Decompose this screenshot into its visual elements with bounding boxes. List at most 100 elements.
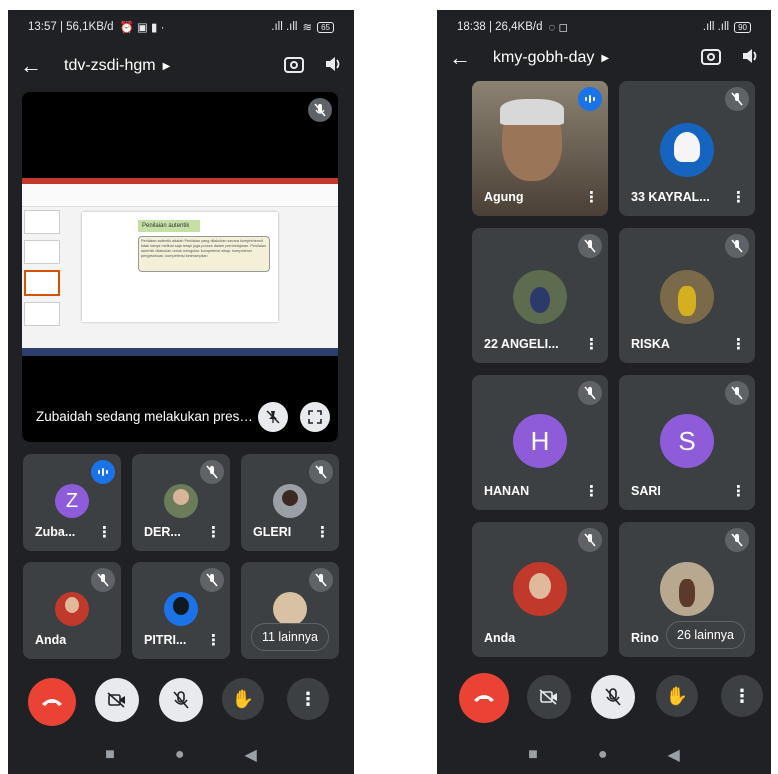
chevron-right-icon[interactable]: ▶ <box>163 61 171 72</box>
back-arrow-icon[interactable]: ← <box>449 45 483 71</box>
more-vert-icon[interactable]: ⋮ <box>206 523 221 541</box>
more-vert-icon[interactable]: ⋮ <box>731 335 746 353</box>
participant-name: PITRI... <box>144 633 187 647</box>
participant-name: DER... <box>144 525 181 539</box>
recents-icon[interactable]: ■ <box>105 746 115 764</box>
camera-off-icon <box>107 692 125 708</box>
signal-icon: .ıll .ıll <box>702 21 730 33</box>
camera-toggle-button[interactable] <box>95 678 139 722</box>
avatar-letter: Z <box>65 489 79 512</box>
more-vert-icon[interactable]: ⋮ <box>584 188 599 206</box>
mic-off-icon <box>725 87 749 111</box>
participant-name: Agung <box>484 190 524 204</box>
more-options-button[interactable]: ⋮ <box>721 675 763 717</box>
participant-tile[interactable]: Z Zuba... ⋮ <box>23 454 121 551</box>
more-vert-icon[interactable]: ⋮ <box>584 335 599 353</box>
end-call-button[interactable] <box>28 678 76 726</box>
participant-tile[interactable]: 33 KAYRAL... ⋮ <box>619 81 755 216</box>
more-vert-icon[interactable]: ⋮ <box>315 523 330 541</box>
recents-icon[interactable]: ■ <box>528 746 538 764</box>
status-bar: 13:57 | 56,1KB/d ⏰ ▣ ▮ · .ıll .ıll ≋ 65 <box>8 10 354 44</box>
participant-tile[interactable]: 22 ANGELI... ⋮ <box>472 228 608 363</box>
more-participants-chip[interactable]: 11 lainnya <box>250 623 329 651</box>
end-call-button[interactable] <box>459 673 509 723</box>
meeting-title[interactable]: tdv-zsdi-hgm <box>64 57 156 75</box>
pin-off-icon[interactable] <box>258 402 288 432</box>
end-call-icon <box>42 699 62 706</box>
slide-thumbnails <box>24 210 60 338</box>
participant-tile[interactable]: Anda <box>472 522 608 657</box>
home-icon[interactable]: ● <box>598 746 608 764</box>
avatar <box>513 270 567 324</box>
avatar <box>513 562 567 616</box>
more-vert-icon[interactable]: ⋮ <box>206 631 221 649</box>
avatar <box>660 270 714 324</box>
participant-tile[interactable]: S SARI ⋮ <box>619 375 755 510</box>
taskbar <box>22 348 338 356</box>
audio-level-icon <box>91 460 115 484</box>
more-vert-icon[interactable]: ⋮ <box>97 523 112 541</box>
more-vert-icon: ⋮ <box>299 688 317 709</box>
participant-name: 33 KAYRAL... <box>631 190 710 204</box>
status-icons: ⏰ ▣ ▮ · <box>119 22 165 34</box>
raise-hand-button[interactable]: ✋ <box>656 675 698 717</box>
participant-tile[interactable]: H HANAN ⋮ <box>472 375 608 510</box>
raise-hand-button[interactable]: ✋ <box>222 678 264 720</box>
mic-off-icon <box>725 381 749 405</box>
mic-off-icon <box>578 381 602 405</box>
participant-name: Anda <box>35 633 67 647</box>
current-slide: Penilaian autentik Penilaian autentik ad… <box>82 212 278 322</box>
meeting-title[interactable]: kmy-gobh-day <box>493 49 594 67</box>
mic-off-icon <box>91 568 115 592</box>
mic-off-icon <box>200 568 224 592</box>
back-arrow-icon[interactable]: ← <box>20 53 54 79</box>
more-vert-icon[interactable]: ⋮ <box>584 482 599 500</box>
mic-toggle-button[interactable] <box>159 678 203 722</box>
speaker-icon[interactable] <box>741 47 759 70</box>
participant-tile[interactable]: I 11 lainnya <box>241 562 339 659</box>
mic-off-icon <box>308 98 332 122</box>
mic-off-icon <box>309 568 333 592</box>
fullscreen-icon[interactable] <box>300 402 330 432</box>
presenter-caption: Zubaidah sedang melakukan prese... <box>36 409 256 424</box>
mic-off-icon <box>578 528 602 552</box>
mic-off-icon <box>200 460 224 484</box>
participant-tile[interactable]: Anda <box>23 562 121 659</box>
mic-off-icon <box>309 460 333 484</box>
avatar: H <box>513 414 567 468</box>
avatar-letter: S <box>678 425 696 456</box>
participant-tile[interactable]: RISKA ⋮ <box>619 228 755 363</box>
more-participants-chip[interactable]: 26 lainnya <box>666 621 745 649</box>
participant-tile[interactable]: GLERI ⋮ <box>241 454 339 551</box>
more-vert-icon[interactable]: ⋮ <box>731 482 746 500</box>
avatar <box>273 592 307 626</box>
more-options-button[interactable]: ⋮ <box>287 678 329 720</box>
signal-icon: .ıll .ıll <box>271 21 298 33</box>
avatar: S <box>660 414 714 468</box>
battery-icon: 65 <box>317 21 334 33</box>
mic-toggle-button[interactable] <box>591 675 635 719</box>
wifi-icon: ≋ <box>302 22 313 34</box>
participant-name: RISKA <box>631 337 670 351</box>
presentation-tile[interactable]: Penilaian autentik Penilaian autentik ad… <box>22 92 338 442</box>
home-icon[interactable]: ● <box>175 746 185 764</box>
camera-toggle-button[interactable] <box>527 675 571 719</box>
top-bar: ← tdv-zsdi-hgm ▶ <box>8 44 354 88</box>
participant-tile[interactable]: PITRI... ⋮ <box>132 562 230 659</box>
switch-camera-icon[interactable] <box>284 55 304 78</box>
back-icon[interactable]: ◀ <box>668 745 680 765</box>
chevron-right-icon[interactable]: ▶ <box>601 53 609 64</box>
speaker-icon[interactable] <box>324 55 342 78</box>
status-time: 13:57 | 56,1KB/d <box>28 21 114 33</box>
shared-screen: Penilaian autentik Penilaian autentik ad… <box>22 178 338 356</box>
participant-tile[interactable]: Agung ⋮ <box>472 81 608 216</box>
participant-tile[interactable]: Rino 26 lainnya <box>619 522 755 657</box>
more-vert-icon[interactable]: ⋮ <box>731 188 746 206</box>
back-icon[interactable]: ◀ <box>245 745 257 765</box>
mic-off-icon <box>578 234 602 258</box>
ppt-toolbar <box>22 184 338 207</box>
participant-name: GLERI <box>253 525 292 539</box>
participant-tile[interactable]: DER... ⋮ <box>132 454 230 551</box>
switch-camera-icon[interactable] <box>701 47 721 70</box>
android-nav-bar: ■ ● ◀ <box>437 736 771 774</box>
